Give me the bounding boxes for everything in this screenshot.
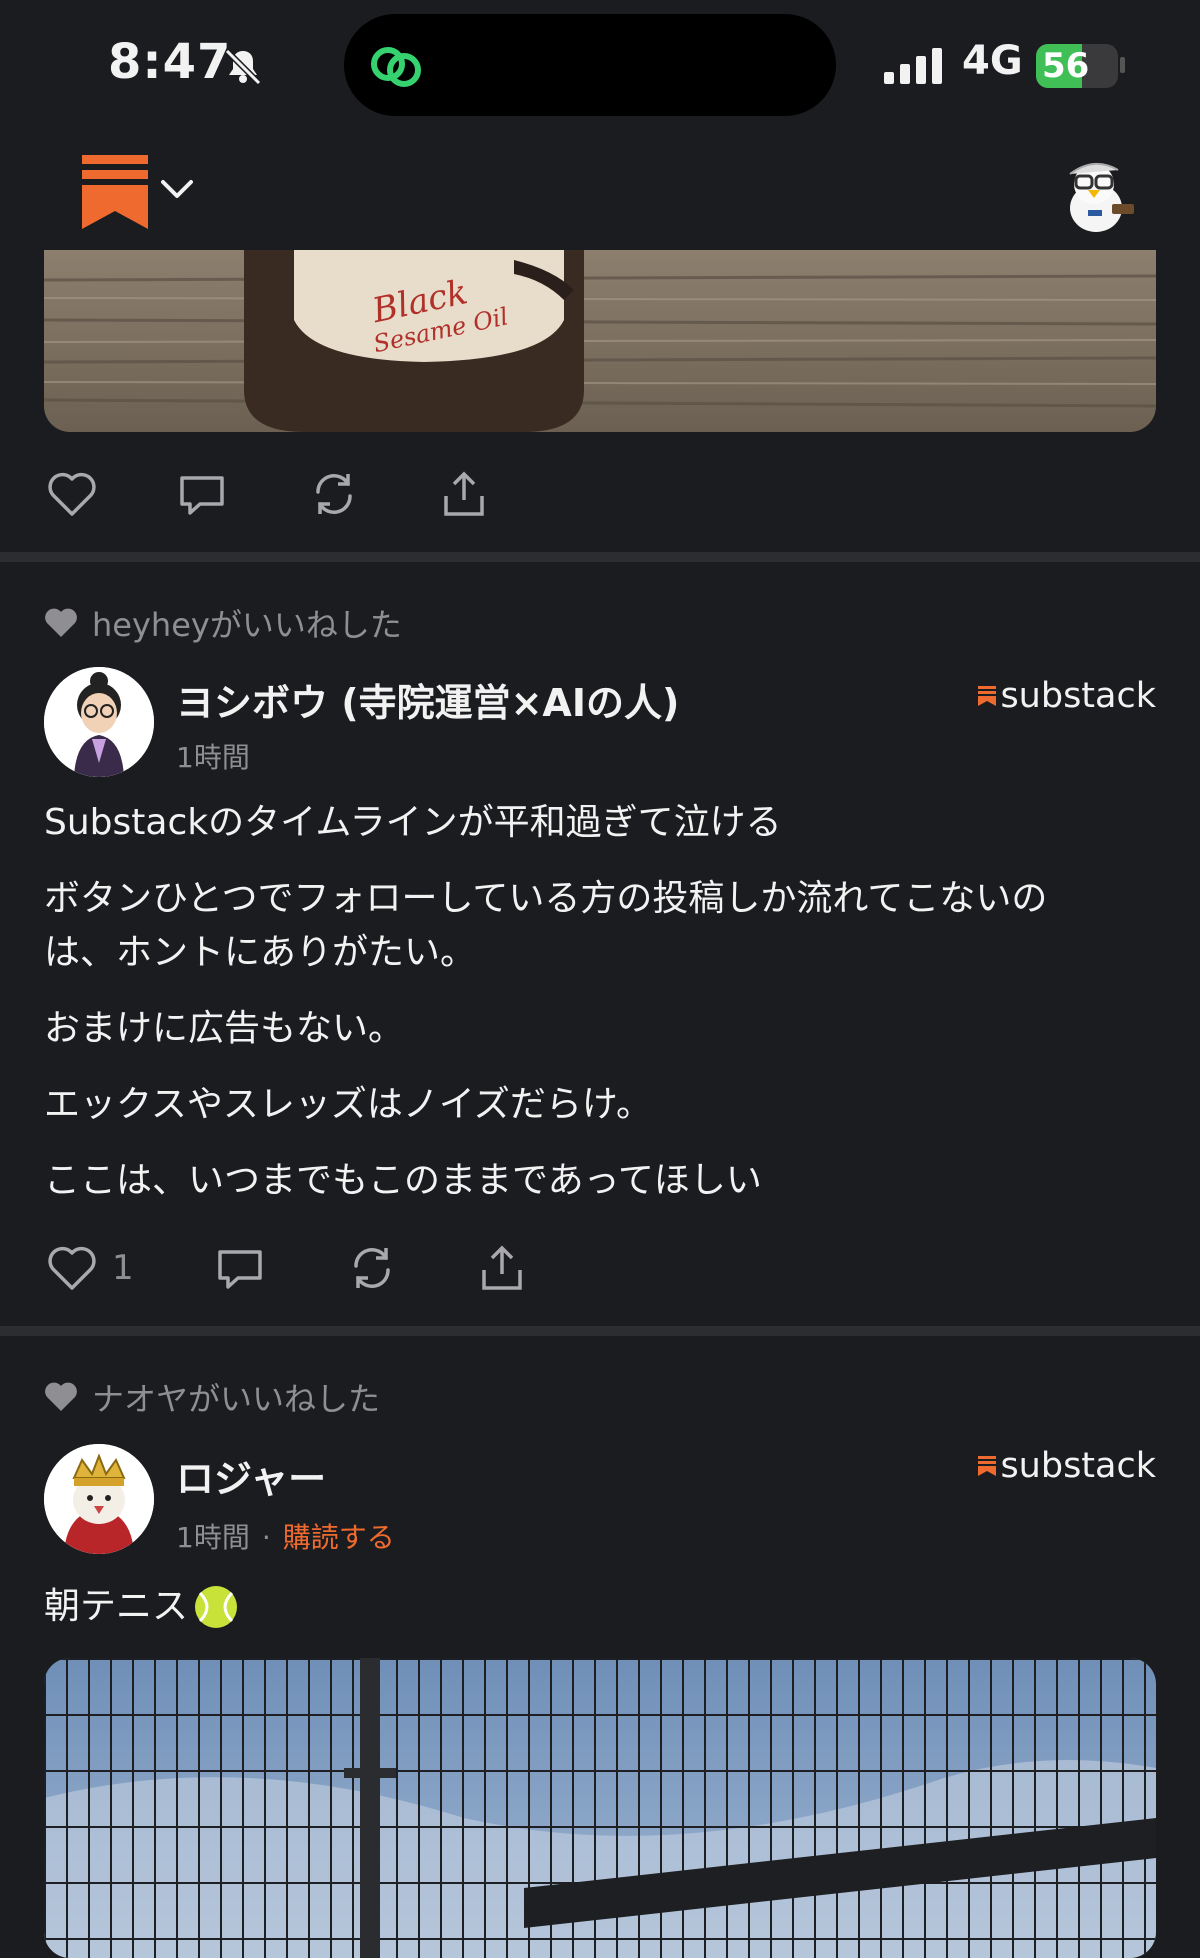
dynamic-island bbox=[344, 14, 836, 116]
substack-source-tag[interactable]: substack bbox=[978, 676, 1156, 716]
network-type: 4G bbox=[962, 38, 1023, 84]
like-button[interactable]: 1 bbox=[44, 1238, 134, 1298]
liked-by-text: ナオヤがいいねした bbox=[92, 1380, 381, 1418]
author-name[interactable]: ロジャー bbox=[176, 1448, 326, 1503]
restack-icon bbox=[316, 474, 352, 514]
restack-button[interactable] bbox=[344, 1238, 400, 1298]
battery-indicator: 56 bbox=[1036, 44, 1118, 88]
heart-filled-icon bbox=[45, 608, 77, 637]
heart-icon bbox=[48, 472, 96, 516]
heart-filled-icon bbox=[45, 1382, 77, 1411]
restack-icon bbox=[354, 1248, 390, 1288]
post-time: 1時間 bbox=[176, 1521, 250, 1554]
link-rings-icon bbox=[371, 47, 421, 87]
profile-avatar[interactable] bbox=[1054, 154, 1138, 238]
liked-by-label: heyheyがいいねした bbox=[44, 600, 402, 646]
chevron-down-icon[interactable] bbox=[160, 178, 194, 200]
post-text: 朝テニス bbox=[44, 1580, 1156, 1634]
post-image-sesame-oil[interactable]: Black Sesame Oil bbox=[44, 250, 1156, 432]
share-button[interactable] bbox=[474, 1238, 530, 1298]
restack-button[interactable] bbox=[306, 464, 362, 524]
comment-icon bbox=[180, 476, 224, 515]
comment-button[interactable] bbox=[174, 464, 230, 524]
signal-icon bbox=[884, 48, 942, 84]
liked-by-label: ナオヤがいいねした bbox=[44, 1374, 380, 1420]
subscribe-link[interactable]: 購読する bbox=[283, 1521, 395, 1554]
post-text-line: おまけに広告もない。 bbox=[44, 1008, 405, 1049]
post-text-line: ここは、いつまでもこのままであってほしい bbox=[44, 1160, 762, 1201]
substack-mini-logo-icon bbox=[978, 686, 997, 706]
app-header bbox=[0, 130, 1200, 250]
bell-muted-icon bbox=[224, 48, 262, 86]
status-bar: 8:47 4G 56 bbox=[0, 0, 1200, 130]
author-avatar[interactable] bbox=[44, 1444, 154, 1554]
post-text-line: は、ホントにありがたい。 bbox=[44, 932, 477, 973]
post-meta: 1時間 · 購読する bbox=[176, 1516, 395, 1556]
source-label: substack bbox=[1000, 676, 1156, 716]
source-label: substack bbox=[1000, 1446, 1156, 1486]
post-divider bbox=[0, 552, 1200, 562]
tennis-ball-icon bbox=[195, 1586, 238, 1628]
heart-icon bbox=[48, 1246, 96, 1290]
post-text-line: ボタンひとつでフォローしている方の投稿しか流れてこないの bbox=[44, 878, 1048, 919]
post-text-line: Substackのタイムラインが平和過ぎて泣ける bbox=[44, 802, 782, 843]
substack-logo-icon[interactable] bbox=[82, 155, 148, 229]
status-time: 8:47 bbox=[108, 34, 232, 90]
author-name[interactable]: ヨシボウ (寺院運営×AIの人) bbox=[176, 672, 679, 727]
share-icon bbox=[482, 1245, 522, 1290]
substack-source-tag[interactable]: substack bbox=[978, 1446, 1156, 1486]
author-avatar[interactable] bbox=[44, 667, 154, 777]
post-text-body: 朝テニス bbox=[44, 1586, 189, 1627]
share-button[interactable] bbox=[436, 464, 492, 524]
like-count: 1 bbox=[112, 1248, 134, 1288]
battery-percent: 56 bbox=[1042, 46, 1090, 86]
post-divider bbox=[0, 1326, 1200, 1336]
liked-by-text: heyheyがいいねした bbox=[92, 606, 402, 644]
meta-separator: · bbox=[261, 1521, 271, 1554]
like-button[interactable] bbox=[44, 464, 100, 524]
post-text-line: エックスやスレッズはノイズだらけ。 bbox=[44, 1084, 653, 1125]
post-time: 1時間 bbox=[176, 741, 250, 774]
substack-mini-logo-icon bbox=[978, 1456, 997, 1476]
battery-nub bbox=[1120, 57, 1125, 73]
share-icon bbox=[444, 471, 484, 516]
comment-button[interactable] bbox=[212, 1238, 268, 1298]
comment-icon bbox=[218, 1250, 262, 1289]
post-image-tennis-fence[interactable] bbox=[44, 1658, 1156, 1958]
